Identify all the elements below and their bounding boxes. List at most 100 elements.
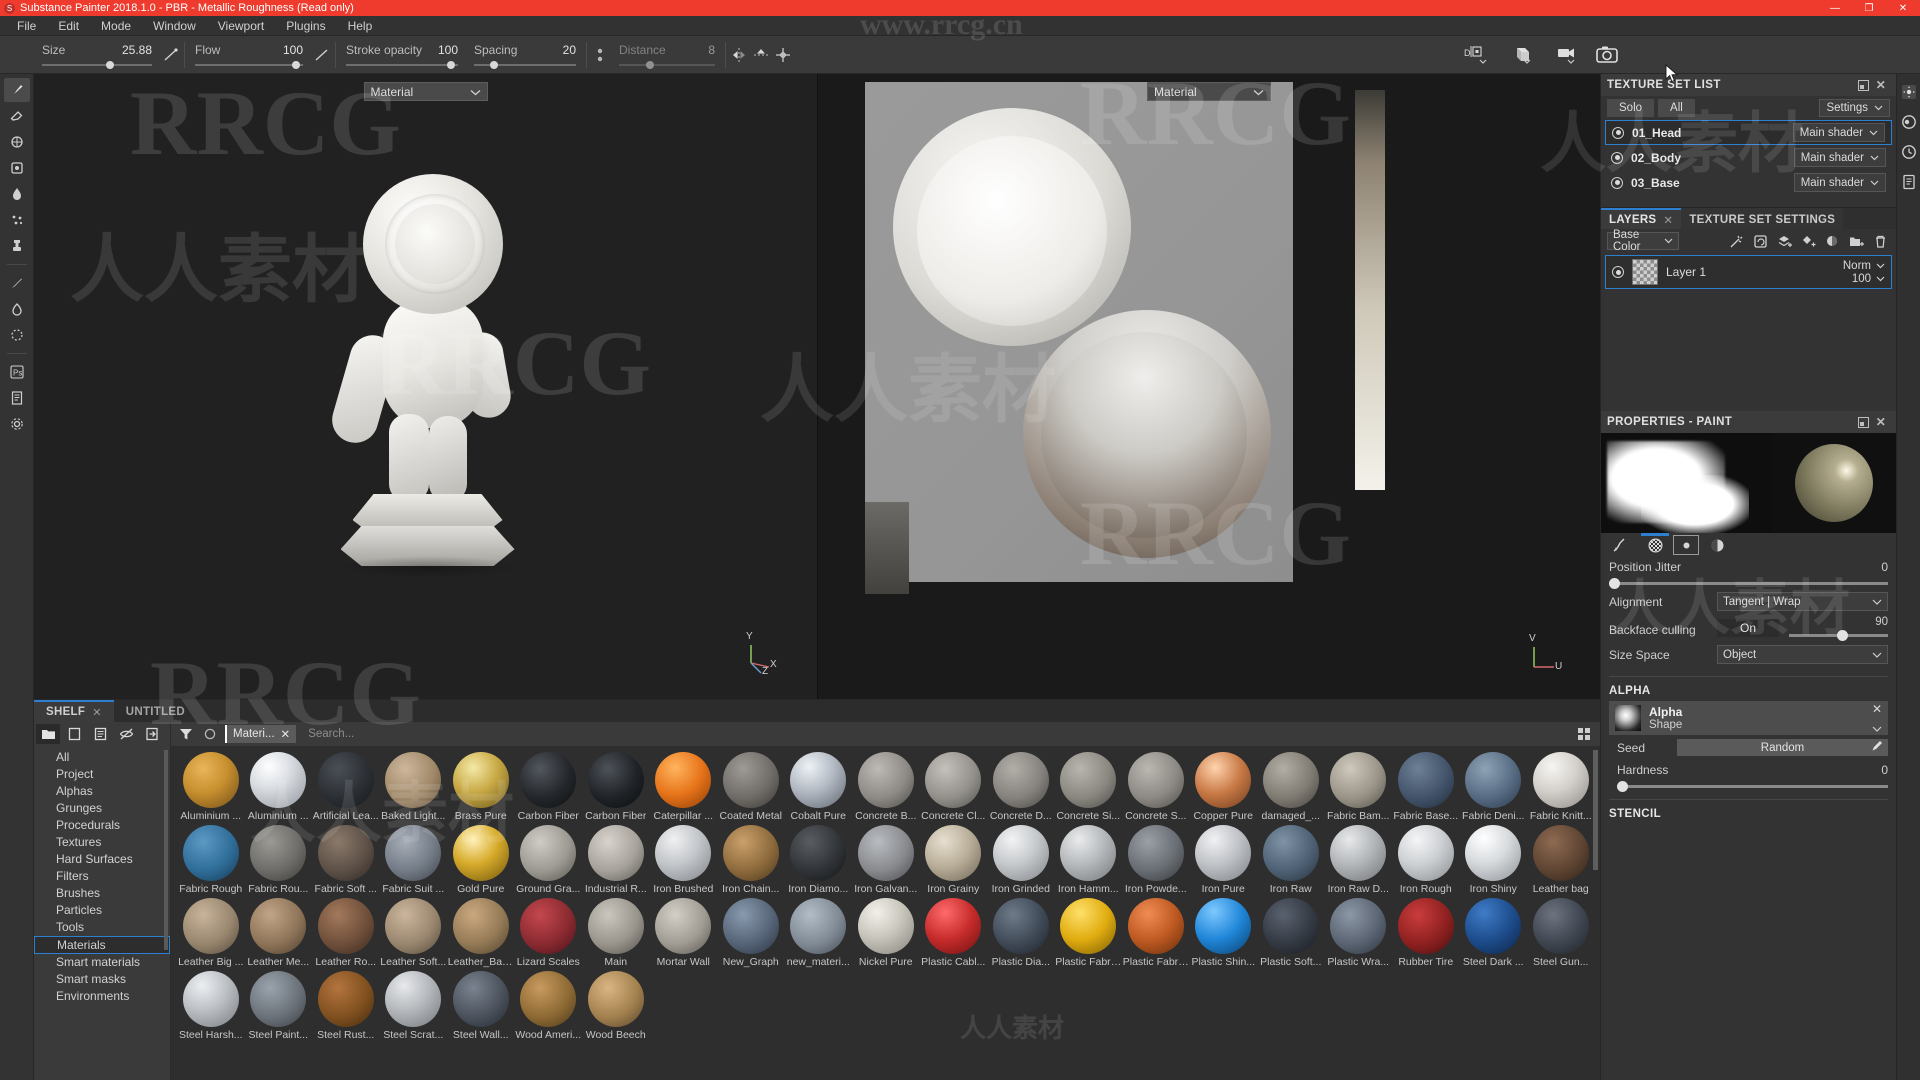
alignment-control[interactable]: Alignment Tangent | Wrap: [1601, 588, 1896, 615]
material-thumbnail[interactable]: Concrete Si...: [1055, 752, 1123, 822]
stroke-opacity-control[interactable]: Stroke opacity 100: [338, 36, 466, 74]
material-thumbnail[interactable]: Iron Galvan...: [852, 825, 920, 895]
brush-icon[interactable]: [1601, 533, 1637, 557]
material-thumbnail[interactable]: Steel Harsh...: [177, 971, 245, 1041]
grunge-icon[interactable]: [1637, 533, 1673, 557]
material-thumbnail[interactable]: Aluminium ...: [177, 752, 245, 822]
menu-window[interactable]: Window: [142, 16, 207, 36]
hide-icon[interactable]: [114, 724, 138, 744]
material-thumbnail[interactable]: Iron Rough: [1392, 825, 1460, 895]
photoshop-icon[interactable]: Ps: [4, 360, 30, 384]
shader-toggle-icon[interactable]: D: [1462, 44, 1492, 66]
texture-set-row[interactable]: 01_Head Main shader: [1605, 120, 1892, 145]
smudge-icon[interactable]: [4, 297, 30, 321]
material-thumbnail[interactable]: Iron Powde...: [1122, 825, 1190, 895]
menu-viewport[interactable]: Viewport: [207, 16, 275, 36]
physical-paint-icon[interactable]: [4, 182, 30, 206]
texture-set-shader-combo[interactable]: Main shader: [1793, 173, 1886, 192]
shelf-category-textures[interactable]: Textures: [34, 834, 170, 851]
add-fill-layer-icon[interactable]: [1774, 231, 1794, 251]
material-thumbnail[interactable]: Fabric Rough: [177, 825, 245, 895]
material-thumbnail[interactable]: Iron Diamo...: [785, 825, 853, 895]
material-icon[interactable]: [1699, 533, 1735, 557]
pencil-icon[interactable]: [1871, 740, 1883, 755]
material-thumbnail[interactable]: Steel Paint...: [245, 971, 313, 1041]
material-thumbnail[interactable]: Leather Ro...: [312, 898, 380, 968]
menu-help[interactable]: Help: [337, 16, 384, 36]
document-icon[interactable]: [4, 386, 30, 410]
alpha-resource-card[interactable]: Alpha Shape ✕: [1609, 701, 1888, 735]
texture-set-settings-button[interactable]: Settings: [1819, 99, 1890, 117]
close-icon[interactable]: ✕: [1872, 76, 1890, 94]
material-thumbnail[interactable]: Iron Pure: [1190, 825, 1258, 895]
material-thumbnail[interactable]: Iron Grainy: [920, 825, 988, 895]
shelf-category-smart-masks[interactable]: Smart masks: [34, 971, 170, 988]
history-icon[interactable]: [1899, 142, 1919, 162]
shelf-category-hard-surfaces[interactable]: Hard Surfaces: [34, 851, 170, 868]
brush-size-curve-icon[interactable]: [160, 36, 182, 74]
paint-brush-icon[interactable]: [3, 78, 30, 102]
shelf-category-tools[interactable]: Tools: [34, 919, 170, 936]
shelf-category-brushes[interactable]: Brushes: [34, 885, 170, 902]
material-thumbnail[interactable]: Fabric Soft ...: [312, 825, 380, 895]
3d-view-icon[interactable]: [1506, 44, 1536, 66]
settings-gear-icon[interactable]: [1899, 82, 1919, 102]
material-thumbnail[interactable]: Plastic Fabri...: [1122, 898, 1190, 968]
shelf-category-alphas[interactable]: Alphas: [34, 783, 170, 800]
projection-icon[interactable]: [4, 130, 30, 154]
folder-icon[interactable]: [36, 724, 60, 744]
minimize-button[interactable]: —: [1818, 0, 1852, 16]
material-thumbnail[interactable]: Coated Metal: [717, 752, 785, 822]
material-thumbnail[interactable]: Cobalt Pure: [785, 752, 853, 822]
material-thumbnail[interactable]: Artificial Lea...: [312, 752, 380, 822]
texture-set-row[interactable]: 02_Body Main shader: [1605, 145, 1892, 170]
shelf-filter-chip-close-icon[interactable]: ✕: [281, 727, 291, 741]
material-thumbnail[interactable]: Plastic Dia...: [987, 898, 1055, 968]
shelf-search-input[interactable]: Search...: [302, 725, 1568, 743]
shelf-category-project[interactable]: Project: [34, 766, 170, 783]
material-thumbnail[interactable]: Leather Me...: [245, 898, 313, 968]
material-thumbnail[interactable]: Fabric Base...: [1392, 752, 1460, 822]
material-thumbnail[interactable]: Concrete B...: [852, 752, 920, 822]
texture-set-visibility-toggle[interactable]: [1611, 176, 1623, 189]
material-thumbnail[interactable]: Concrete D...: [987, 752, 1055, 822]
material-thumbnail[interactable]: Gold Pure: [447, 825, 515, 895]
material-thumbnail[interactable]: damaged_...: [1257, 752, 1325, 822]
backface-culling-control[interactable]: Backface culling On 90: [1601, 615, 1896, 641]
texture-set-shader-combo[interactable]: Main shader: [1793, 148, 1886, 167]
material-thumbnail[interactable]: Concrete Cl...: [920, 752, 988, 822]
material-thumbnail[interactable]: Industrial R...: [582, 825, 650, 895]
material-thumbnail[interactable]: Carbon Fiber: [582, 752, 650, 822]
tab-shelf[interactable]: SHELF ✕: [34, 700, 114, 722]
shelf-filter-chip[interactable]: Materi... ✕: [225, 725, 297, 743]
material-thumbnail[interactable]: Lizard Scales: [515, 898, 583, 968]
material-thumbnail[interactable]: Plastic Fabri...: [1055, 898, 1123, 968]
material-thumbnail[interactable]: Wood Ameri...: [515, 971, 583, 1041]
backface-culling-toggle[interactable]: On: [1717, 619, 1779, 637]
add-mask-icon[interactable]: [1822, 231, 1842, 251]
seed-control[interactable]: Seed Random: [1601, 735, 1896, 760]
layer-visibility-toggle[interactable]: [1612, 266, 1624, 278]
add-paint-layer-icon[interactable]: [1798, 231, 1818, 251]
material-thumbnail[interactable]: Iron Hamm...: [1055, 825, 1123, 895]
flip-horizontal-icon[interactable]: [728, 36, 750, 74]
material-grid[interactable]: Aluminium ... Aluminium ... Artificial Lea…: [171, 746, 1600, 1080]
layer-opacity[interactable]: 100: [1852, 273, 1871, 285]
menu-file[interactable]: File: [6, 16, 47, 36]
chevron-down-icon[interactable]: [1872, 720, 1882, 735]
eraser-icon[interactable]: [4, 104, 30, 128]
viewport-3d-channel-combo[interactable]: Material: [363, 82, 488, 101]
material-thumbnail[interactable]: Brass Pure: [447, 752, 515, 822]
material-thumbnail[interactable]: Steel Dark ...: [1460, 898, 1528, 968]
material-thumbnail[interactable]: Rubber Tire: [1392, 898, 1460, 968]
material-thumbnail[interactable]: Ground Gra...: [515, 825, 583, 895]
material-thumbnail[interactable]: Plastic Soft...: [1257, 898, 1325, 968]
menu-plugins[interactable]: Plugins: [275, 16, 336, 36]
new-file-icon[interactable]: [62, 724, 86, 744]
spacing-control[interactable]: Spacing 20: [466, 36, 584, 74]
texture-set-visibility-toggle[interactable]: [1612, 126, 1624, 139]
material-thumbnail[interactable]: Steel Wall...: [447, 971, 515, 1041]
2d-uv-viewport[interactable]: Material V U: [817, 74, 1600, 699]
filter-icon[interactable]: [177, 725, 195, 743]
shelf-category-smart-materials[interactable]: Smart materials: [34, 954, 170, 971]
